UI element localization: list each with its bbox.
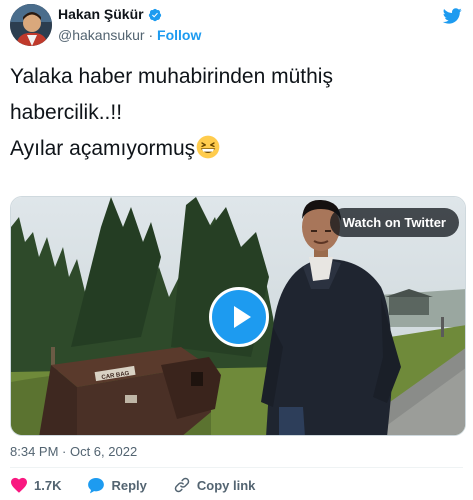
link-icon bbox=[174, 477, 190, 493]
tweet-line-1: Yalaka haber muhabirinden müthiş bbox=[10, 65, 333, 88]
heart-icon bbox=[11, 477, 27, 493]
author-handle[interactable]: @hakansukur bbox=[58, 27, 145, 43]
author-display-name[interactable]: Hakan Şükür bbox=[58, 6, 144, 23]
tweet-line-2: habercilik..!! bbox=[10, 101, 123, 124]
tweet-text: Yalaka haber muhabirinden müthiş haberci… bbox=[10, 62, 463, 170]
verified-badge-icon bbox=[148, 8, 161, 21]
copy-link-button[interactable]: Copy link bbox=[173, 476, 256, 494]
author-names: Hakan Şükür @hakansukur · Follow bbox=[58, 6, 201, 44]
play-icon bbox=[234, 306, 251, 328]
reply-label: Reply bbox=[111, 477, 147, 493]
watch-on-twitter-button[interactable]: Watch on Twitter bbox=[329, 208, 459, 237]
like-button[interactable]: 1.7K bbox=[10, 477, 61, 493]
tweet-header: Hakan Şükür @hakansukur · Follow bbox=[10, 4, 463, 48]
action-bar: 1.7K Reply Copy link bbox=[10, 476, 281, 494]
tweet-line-3: Ayılar açamıyormuş bbox=[10, 137, 196, 160]
tweet-timestamp[interactable]: 8:34 PM · Oct 6, 2022 bbox=[10, 444, 137, 459]
divider bbox=[10, 467, 463, 468]
avatar[interactable] bbox=[10, 4, 52, 46]
copy-link-label: Copy link bbox=[196, 477, 256, 493]
grinning-squinting-face-icon bbox=[196, 135, 220, 159]
like-count: 1.7K bbox=[34, 477, 62, 493]
twitter-bird-icon[interactable] bbox=[441, 6, 463, 26]
separator-dot: · bbox=[148, 27, 154, 43]
reply-bubble-icon bbox=[88, 477, 105, 493]
reply-button[interactable]: Reply bbox=[87, 477, 147, 494]
video-player[interactable]: CAR BAG Watch on Twitter bbox=[10, 196, 466, 436]
follow-link[interactable]: Follow bbox=[157, 27, 201, 43]
play-button[interactable] bbox=[209, 287, 269, 347]
